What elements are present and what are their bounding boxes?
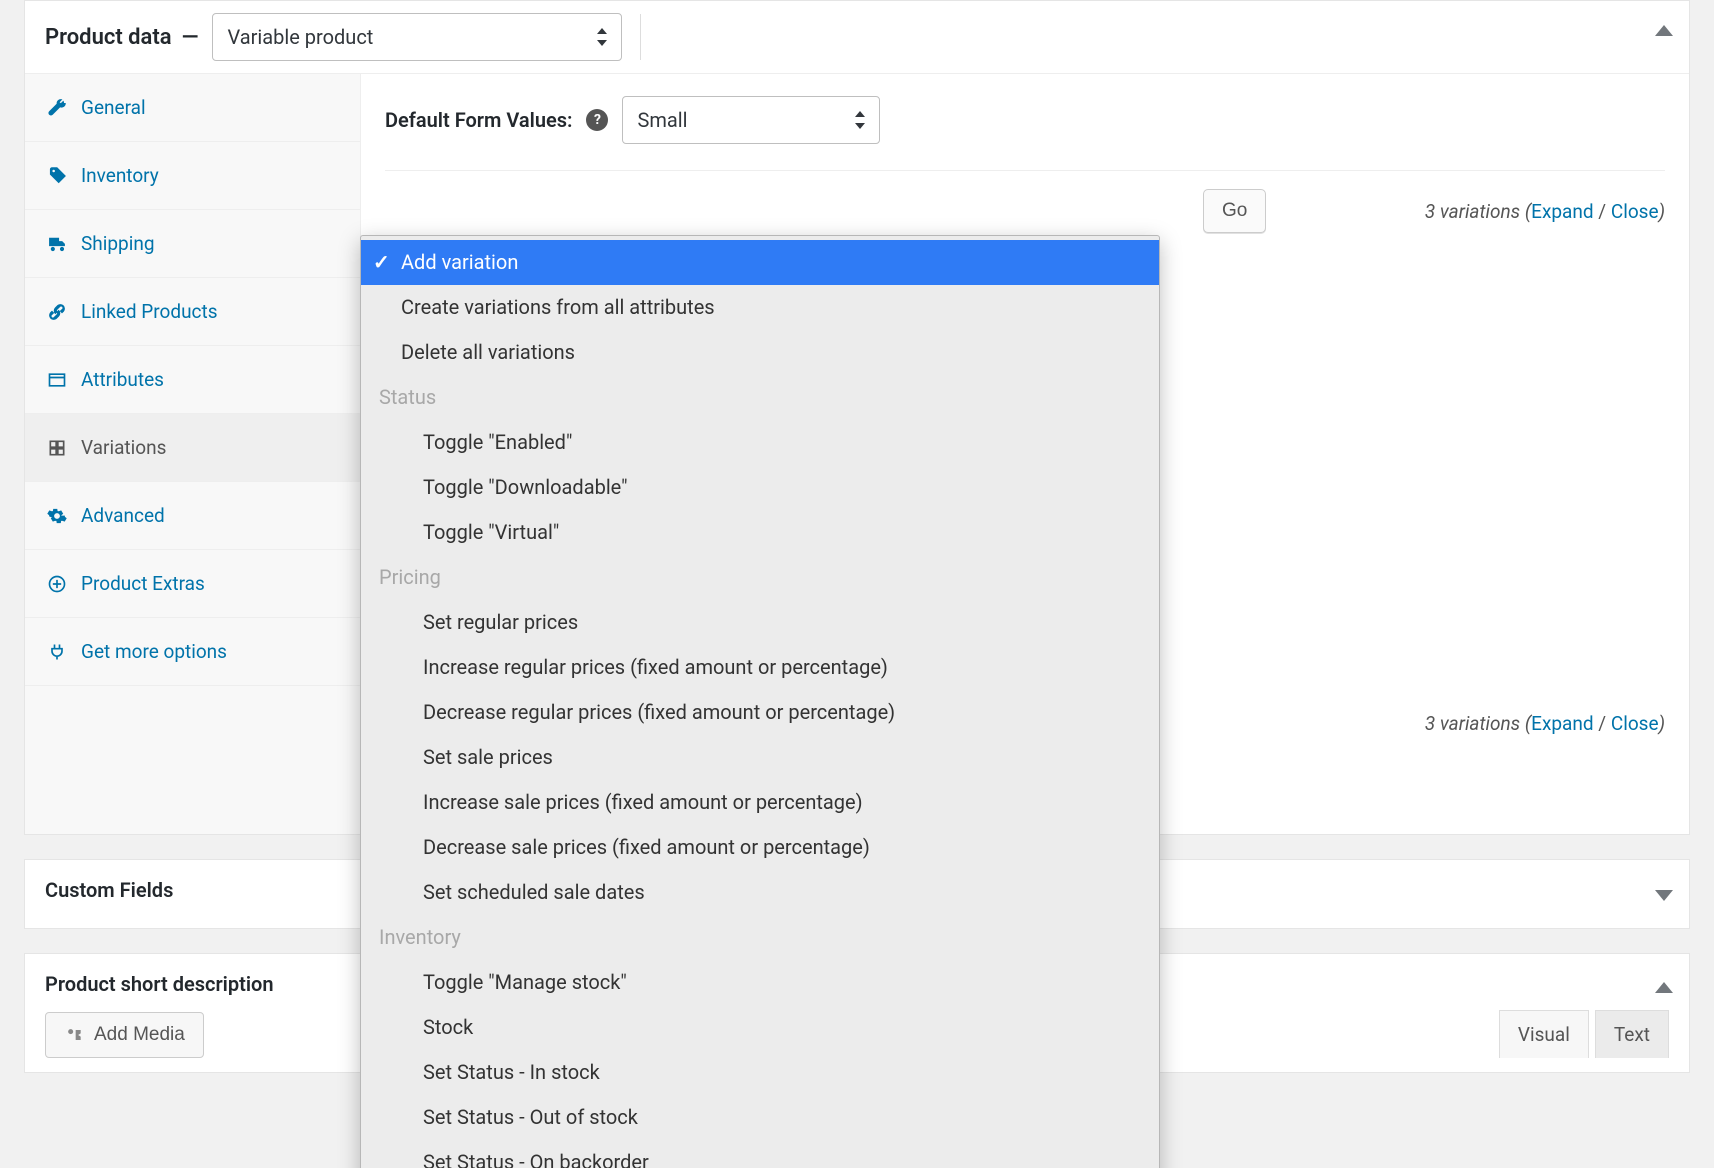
tab-shipping[interactable]: Shipping (25, 210, 360, 278)
option-set-regular[interactable]: Set regular prices (361, 600, 1159, 645)
tab-more-label: Get more options (81, 640, 227, 663)
editor-tab-visual[interactable]: Visual (1499, 1010, 1589, 1058)
select-spinner-icon (597, 28, 611, 46)
link-icon (47, 302, 67, 322)
product-data-title: Product data (45, 25, 172, 50)
expand-link[interactable]: Expand (1531, 712, 1593, 735)
divider (640, 14, 641, 60)
option-toggle-manage-stock[interactable]: Toggle "Manage stock" (361, 960, 1159, 1005)
panel-collapse-toggle[interactable] (1655, 25, 1673, 36)
option-delete-all[interactable]: Delete all variations (361, 330, 1159, 375)
group-inventory: Inventory (361, 915, 1159, 960)
option-add-variation[interactable]: Add variation (361, 240, 1159, 285)
option-toggle-enabled[interactable]: Toggle "Enabled" (361, 420, 1159, 465)
tab-extras-label: Product Extras (81, 572, 205, 595)
bulk-actions-dropdown[interactable]: Add variation Create variations from all… (360, 235, 1160, 1168)
option-set-sale[interactable]: Set sale prices (361, 735, 1159, 780)
tab-linked-label: Linked Products (81, 300, 218, 323)
close-link[interactable]: Close (1611, 712, 1659, 735)
variations-toolbar: Go 3 variations (Expand / Close) (385, 170, 1665, 233)
add-media-button[interactable]: Add Media (45, 1012, 204, 1058)
tab-get-more-options[interactable]: Get more options (25, 618, 360, 686)
variations-count: 3 variations (1425, 712, 1520, 735)
gear-icon (47, 506, 67, 526)
option-decrease-regular[interactable]: Decrease regular prices (fixed amount or… (361, 690, 1159, 735)
default-form-values-row: Default Form Values: ? Small (385, 96, 1665, 144)
product-data-header: Product data — Variable product (25, 1, 1689, 74)
option-set-scheduled-sale[interactable]: Set scheduled sale dates (361, 870, 1159, 915)
tab-inventory-label: Inventory (81, 164, 159, 187)
grid-icon (47, 438, 67, 458)
tab-variations-label: Variations (81, 436, 166, 459)
media-icon (64, 1025, 84, 1045)
editor-mode-tabs: Visual Text (1499, 1010, 1669, 1058)
default-form-value: Small (637, 108, 687, 132)
add-media-label: Add Media (94, 1024, 185, 1046)
group-pricing: Pricing (361, 555, 1159, 600)
option-status-in-stock[interactable]: Set Status - In stock (361, 1050, 1159, 1095)
tab-linked-products[interactable]: Linked Products (25, 278, 360, 346)
select-spinner-icon (855, 111, 869, 129)
option-status-backorder[interactable]: Set Status - On backorder (361, 1140, 1159, 1168)
tag-icon (47, 166, 67, 186)
close-link[interactable]: Close (1611, 200, 1659, 223)
option-increase-sale[interactable]: Increase sale prices (fixed amount or pe… (361, 780, 1159, 825)
variations-count: 3 variations (1425, 200, 1520, 223)
option-stock[interactable]: Stock (361, 1005, 1159, 1050)
group-status: Status (361, 375, 1159, 420)
product-type-value: Variable product (227, 25, 373, 49)
go-button[interactable]: Go (1203, 189, 1266, 233)
variations-summary-bottom: 3 variations (Expand / Close) (1425, 712, 1665, 735)
default-form-values-label: Default Form Values: (385, 108, 572, 132)
editor-tab-text[interactable]: Text (1595, 1010, 1669, 1058)
product-data-dash: — (182, 25, 199, 50)
help-icon[interactable]: ? (586, 109, 608, 131)
option-decrease-sale[interactable]: Decrease sale prices (fixed amount or pe… (361, 825, 1159, 870)
tab-general-label: General (81, 96, 146, 119)
tab-product-extras[interactable]: Product Extras (25, 550, 360, 618)
option-increase-regular[interactable]: Increase regular prices (fixed amount or… (361, 645, 1159, 690)
tab-attributes-label: Attributes (81, 368, 164, 391)
card-icon (47, 370, 67, 390)
tab-advanced-label: Advanced (81, 504, 165, 527)
product-type-select[interactable]: Variable product (212, 13, 622, 61)
panel-collapse-toggle[interactable] (1655, 890, 1673, 901)
option-toggle-downloadable[interactable]: Toggle "Downloadable" (361, 465, 1159, 510)
product-data-tabs: General Inventory Shipping Linked Produc… (25, 74, 361, 834)
plus-circle-icon (47, 574, 67, 594)
default-form-select[interactable]: Small (622, 96, 880, 144)
expand-link[interactable]: Expand (1531, 200, 1593, 223)
variations-summary-top: 3 variations (Expand / Close) (1425, 200, 1665, 223)
tab-advanced[interactable]: Advanced (25, 482, 360, 550)
option-toggle-virtual[interactable]: Toggle "Virtual" (361, 510, 1159, 555)
wrench-icon (47, 98, 67, 118)
tab-variations[interactable]: Variations (25, 414, 360, 482)
tab-general[interactable]: General (25, 74, 360, 142)
panel-collapse-toggle[interactable] (1655, 982, 1673, 993)
plug-icon (47, 642, 67, 662)
option-status-out-stock[interactable]: Set Status - Out of stock (361, 1095, 1159, 1140)
tab-attributes[interactable]: Attributes (25, 346, 360, 414)
option-create-from-attributes[interactable]: Create variations from all attributes (361, 285, 1159, 330)
tab-inventory[interactable]: Inventory (25, 142, 360, 210)
tab-shipping-label: Shipping (81, 232, 155, 255)
truck-icon (47, 234, 67, 254)
